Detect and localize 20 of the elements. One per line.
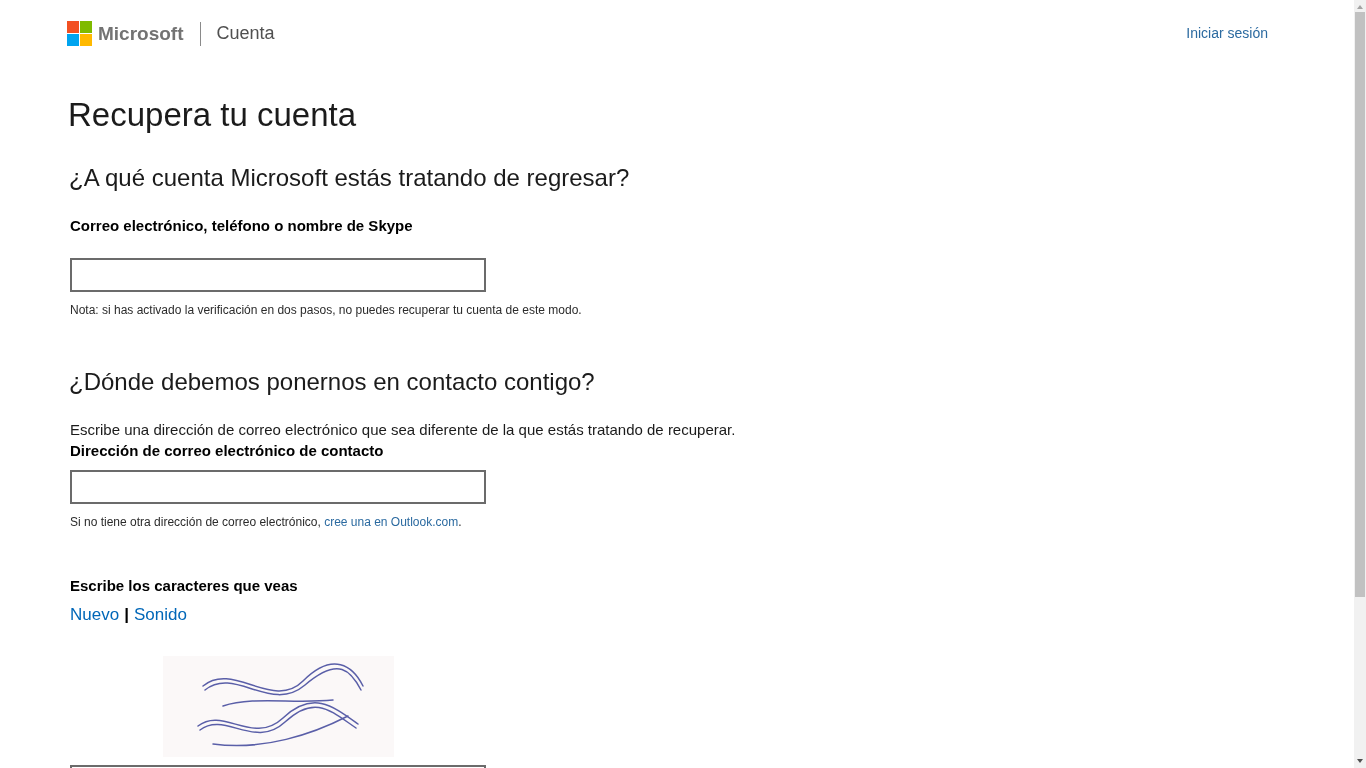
input-field[interactable] xyxy=(70,258,486,292)
field-label: Dirección de correo electrónico de contacto xyxy=(70,441,384,461)
instructions-text: Escribe una dirección de correo electrónico que sea diferente de la que estás tratando de recuperar. xyxy=(70,420,736,440)
note-text: Si no tiene otra dirección de correo electrónico, cree una en Outlook.com. xyxy=(70,514,462,530)
field-label: Correo electrónico, teléfono o nombre de Skype xyxy=(70,216,413,236)
four-squares-logo xyxy=(67,21,92,46)
section-name: Cuenta xyxy=(216,22,275,45)
input-field[interactable] xyxy=(70,470,486,504)
captcha-link[interactable]: Nuevo xyxy=(70,603,120,627)
captcha-label: Escribe los caracteres que veas xyxy=(70,576,298,596)
scrollbar-thumb[interactable] xyxy=(1355,12,1365,597)
section-heading: ¿Dónde debemos ponernos en contacto contigo? xyxy=(69,367,595,397)
sign-in-link[interactable]: Iniciar sesión xyxy=(1186,21,1268,46)
section-heading: ¿A qué cuenta Microsoft estás tratando de regresar? xyxy=(69,163,630,193)
scroll-down-arrow-icon[interactable] xyxy=(1357,759,1363,763)
separator: | xyxy=(124,604,129,626)
brand-name: Microsoft xyxy=(98,22,184,46)
page-title: Recupera tu cuenta xyxy=(68,95,357,135)
captcha-link[interactable]: Sonido xyxy=(133,603,187,627)
note-text: Nota: si has activado la verificación en dos pasos, no puedes recuperar tu cuenta de este modo. xyxy=(70,302,582,318)
